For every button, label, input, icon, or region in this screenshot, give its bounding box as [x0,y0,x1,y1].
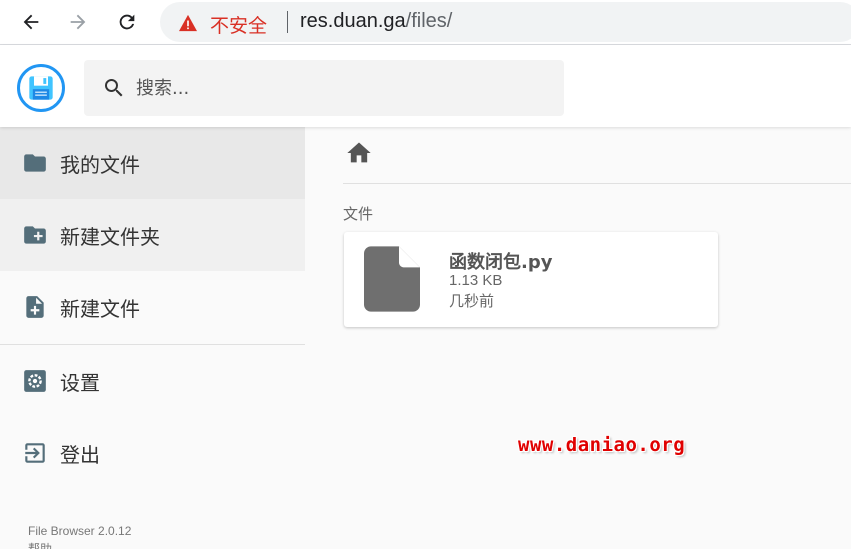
section-title-files: 文件 [343,205,374,223]
sidebar-item-settings[interactable]: 设置 [0,345,305,417]
file-name: 函数闭包.py [449,252,553,273]
reload-icon [119,14,135,30]
app-version[interactable]: File Browser 2.0.12 [28,524,131,538]
sidebar-item-new-file[interactable]: 新建文件 [0,271,305,343]
search-box[interactable] [84,60,564,116]
file-icon [364,246,420,312]
search-input[interactable] [136,72,536,104]
help-link[interactable]: 帮助 [28,540,52,549]
sidebar-item-label: 我的文件 [60,152,140,177]
app-header [0,45,851,127]
address-bar[interactable]: 不安全 res.duan.ga/files/ [160,2,851,42]
app-logo[interactable] [17,64,65,112]
watermark-text: www.daniao.org [518,434,686,456]
note-add-icon [26,296,44,318]
sidebar-item-label: 新建文件夹 [60,224,160,249]
back-button[interactable] [17,8,45,36]
sidebar-item-logout[interactable]: 登出 [0,417,305,489]
sidebar: 我的文件 新建文件夹 新建文件 设置 登出 File Browser 2.0.1… [0,127,305,549]
breadcrumb-divider [343,183,851,184]
file-size: 1.13 KB [449,272,503,289]
security-status[interactable]: 不安全 [210,11,267,38]
url-path: /files/ [405,10,453,32]
sidebar-item-label: 设置 [60,370,100,395]
sidebar-item-my-files[interactable]: 我的文件 [0,127,305,199]
arrow-back-icon [23,14,39,30]
forward-button[interactable] [64,8,92,36]
exit-icon [25,443,45,463]
file-modified: 几秒前 [449,292,495,310]
sidebar-item-new-folder[interactable]: 新建文件夹 [0,199,305,271]
folder-icon [24,154,46,172]
search-icon [105,79,123,97]
create-folder-icon [24,226,46,244]
home-icon[interactable] [345,139,373,167]
reload-button[interactable] [113,8,141,36]
url-text[interactable]: res.duan.ga/files/ [300,10,452,33]
arrow-forward-icon [70,14,86,30]
floppy-disk-icon [29,76,53,100]
settings-icon [24,370,46,392]
file-listing: 文件 函数闭包.py 1.13 KB 几秒前 [305,127,851,549]
sidebar-item-label: 登出 [60,442,100,467]
file-item[interactable]: 函数闭包.py 1.13 KB 几秒前 [344,232,718,327]
browser-toolbar: 不安全 res.duan.ga/files/ [0,0,851,45]
url-host: res.duan.ga [300,10,406,32]
sidebar-item-label: 新建文件 [60,296,140,321]
warning-icon [179,14,197,32]
url-divider [287,11,288,33]
